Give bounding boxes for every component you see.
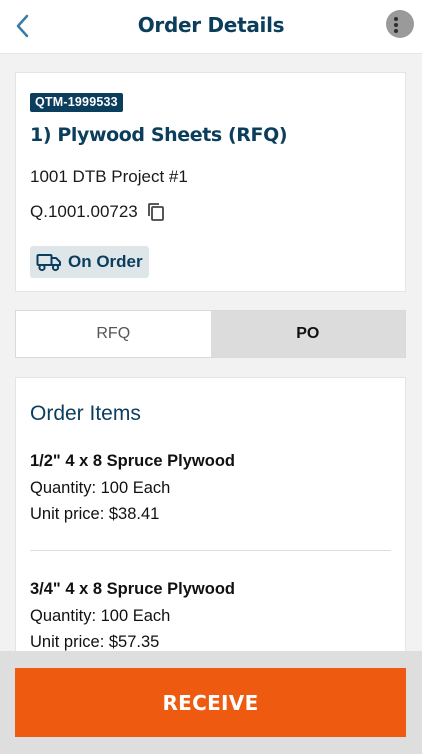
list-item: 3/4" 4 x 8 Spruce Plywood Quantity: 100 …	[30, 576, 391, 655]
item-quantity: Quantity: 100 Each	[30, 607, 171, 625]
divider	[30, 550, 391, 551]
order-title: 1) Plywood Sheets (RFQ)	[30, 124, 288, 146]
receive-button[interactable]: RECEIVE	[15, 668, 406, 737]
copy-icon	[147, 203, 164, 221]
order-id-badge: QTM-1999533	[30, 93, 123, 112]
status-badge: On Order	[30, 246, 149, 278]
app-header: Order Details	[0, 0, 422, 54]
avatar-menu-button[interactable]	[386, 10, 414, 38]
quote-number: Q.1001.00723	[30, 202, 138, 221]
tab-rfq[interactable]: RFQ	[16, 311, 211, 357]
page-title: Order Details	[137, 13, 285, 37]
item-name: 3/4" 4 x 8 Spruce Plywood	[30, 580, 235, 598]
item-name: 1/2" 4 x 8 Spruce Plywood	[30, 452, 235, 470]
list-item: 1/2" 4 x 8 Spruce Plywood Quantity: 100 …	[30, 448, 391, 527]
dot-icon	[394, 23, 398, 27]
copy-button[interactable]	[146, 202, 166, 222]
project-name: 1001 DTB Project #1	[30, 167, 188, 186]
status-label: On Order	[68, 252, 143, 271]
section-heading: Order Items	[30, 402, 141, 425]
action-footer: RECEIVE	[0, 651, 422, 754]
item-quantity: Quantity: 100 Each	[30, 479, 171, 497]
item-unit-price: Unit price: $38.41	[30, 505, 160, 523]
quote-row: Q.1001.00723	[30, 202, 166, 222]
dot-icon	[394, 17, 398, 21]
tab-bar: RFQ PO	[15, 310, 406, 358]
order-summary-card: QTM-1999533 1) Plywood Sheets (RFQ) 1001…	[15, 72, 406, 292]
tab-po[interactable]: PO	[210, 311, 405, 357]
truck-icon	[36, 254, 61, 272]
dot-icon	[394, 29, 398, 33]
